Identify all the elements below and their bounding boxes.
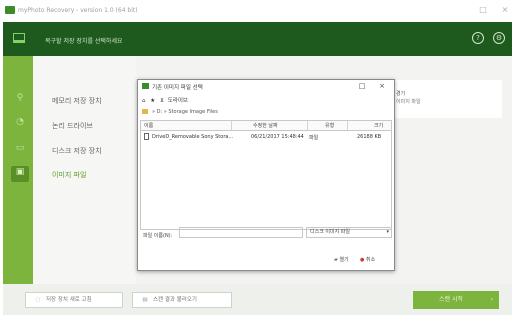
dialog-toolbar: ⌂ ★ ⊻ 도라이브 [142,96,188,104]
column-divider [307,121,308,130]
disk-icon[interactable]: ◔ [14,116,26,128]
file-list: 이름 수정한 날짜 유형 크기 DriveD_Removable Sony St… [140,120,392,230]
page-title: 복구할 저장 장치를 선택하세요 [45,38,123,45]
info-card: 경기 이미지 파일 [392,80,502,118]
dialog-title: 기존 이미지 파일 선택 [152,85,203,91]
monitor-icon [13,33,25,43]
help-button[interactable]: ? [472,32,484,44]
start-scan-button[interactable]: 스캔 시작 › [413,291,499,309]
app-header: 복구할 저장 장치를 선택하세요 ? ⚙ [3,22,512,56]
file-row-size: 26188 KB [357,134,382,140]
file-icon [144,133,149,140]
toolbar-drive-label[interactable]: 도라이브 [168,98,188,104]
refresh-devices-label: 저장 장치 새로 고침 [46,297,92,303]
file-open-dialog: 기존 이미지 파일 선택 □ × ⌂ ★ ⊻ 도라이브 » D: » Stora… [137,79,395,271]
open-button[interactable]: ▰ 열기 [334,256,349,263]
chevron-down-icon: ▾ [386,229,389,235]
column-divider [231,121,232,130]
menu-item-memory-device[interactable]: 메모리 저장 장치 [52,96,102,106]
settings-button[interactable]: ⚙ [493,32,505,44]
folder-icon [142,109,148,114]
home-icon[interactable]: ⌂ [142,98,146,104]
refresh-devices-button[interactable]: ◌ 저장 장치 새로 고침 [25,292,123,308]
load-scan-results-button[interactable]: ▤ 스캔 결과 불러오기 [132,292,232,308]
filename-input[interactable] [179,227,303,238]
filename-label: 파일 이름(N): [143,233,173,239]
window-titlebar: myPhoto Recovery - version 1.0 (64 bit) … [0,0,517,22]
open-icon: ▰ [334,257,338,263]
dialog-maximize-button[interactable]: □ [354,80,370,92]
column-date[interactable]: 수정한 날짜 [253,122,278,129]
column-divider [347,121,348,130]
menu-item-logical-drive[interactable]: 논리 드라이브 [52,121,93,131]
info-card-title: 경기 [396,91,406,97]
cancel-button[interactable]: ● 취소 [360,256,375,263]
load-scan-results-label: 스캔 결과 불러오기 [153,297,197,303]
file-row-date: 06/21/2017 15:48:44 [251,134,304,140]
image-file-icon[interactable]: ▣ [11,166,29,182]
close-button[interactable]: × [496,3,514,17]
file-row-name[interactable]: DriveD_Removable Sony Stora... [152,134,233,140]
folder-open-icon: ▤ [142,297,148,303]
cancel-icon: ● [360,257,365,263]
breadcrumb[interactable]: » D: » Storage Image Files [142,109,218,115]
app-logo-icon [5,6,15,14]
column-type[interactable]: 유형 [325,122,334,129]
refresh-icon: ◌ [35,297,41,303]
dialog-app-icon [142,83,149,89]
minimize-button[interactable]: □ [474,3,492,17]
open-label: 열기 [339,257,349,263]
breadcrumb-path[interactable]: » D: » Storage Image Files [152,109,218,115]
cancel-label: 취소 [365,257,376,263]
start-scan-label: 스캔 시작 [439,296,463,303]
info-card-subtitle: 이미지 파일 [396,99,421,105]
chevron-right-icon: › [490,296,493,303]
sidebar-icon-rail: ⚲ ◔ ▭ ▣ [3,56,33,284]
drive-icon[interactable]: ▭ [14,142,26,154]
file-row-type: 파일 [309,135,319,141]
file-list-header: 이름 수정한 날짜 유형 크기 [141,121,391,131]
menu-item-disk-device[interactable]: 디스크 저장 장치 [52,146,102,156]
usb-icon[interactable]: ⚲ [14,92,26,104]
drive-nav-icon[interactable]: ⊻ [160,98,164,104]
dialog-close-button[interactable]: × [374,80,390,92]
column-name[interactable]: 이름 [144,122,153,129]
menu-item-image-file[interactable]: 이미지 파일 [52,170,86,180]
star-icon[interactable]: ★ [150,98,155,104]
filetype-select[interactable]: 디스크 이미지 파일 ▾ [306,227,392,238]
column-size[interactable]: 크기 [374,122,383,129]
filetype-value: 디스크 이미지 파일 [310,229,350,235]
window-title: myPhoto Recovery - version 1.0 (64 bit) [18,7,138,14]
